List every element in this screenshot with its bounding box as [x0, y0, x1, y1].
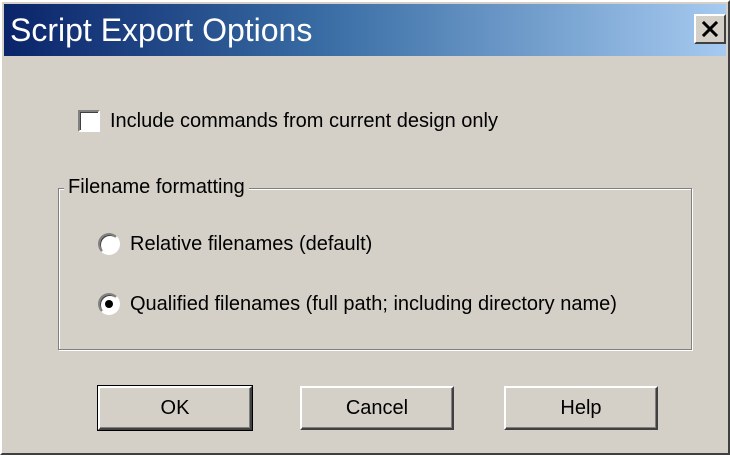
relative-filenames-radio[interactable] — [98, 233, 120, 255]
radio-selected-dot — [105, 300, 113, 308]
cancel-button[interactable]: Cancel — [300, 386, 454, 430]
filename-formatting-legend: Filename formatting — [64, 176, 249, 199]
relative-filenames-option[interactable]: Relative filenames (default) — [98, 231, 372, 257]
qualified-filenames-radio[interactable] — [98, 293, 120, 315]
include-current-design-option[interactable]: Include commands from current design onl… — [78, 108, 498, 134]
relative-filenames-label[interactable]: Relative filenames (default) — [130, 233, 372, 256]
close-icon — [701, 20, 719, 38]
include-current-design-label[interactable]: Include commands from current design onl… — [110, 110, 498, 133]
include-current-design-checkbox[interactable] — [78, 110, 100, 132]
filename-formatting-group — [58, 188, 692, 350]
close-button[interactable] — [694, 14, 726, 44]
script-export-options-dialog: Script Export Options Include commands f… — [0, 0, 730, 455]
ok-button[interactable]: OK — [97, 385, 253, 431]
window-title: Script Export Options — [10, 12, 313, 48]
qualified-filenames-label[interactable]: Qualified filenames (full path; includin… — [130, 293, 617, 316]
title-bar[interactable]: Script Export Options — [4, 4, 726, 56]
help-button[interactable]: Help — [504, 386, 658, 430]
qualified-filenames-option[interactable]: Qualified filenames (full path; includin… — [98, 291, 617, 317]
